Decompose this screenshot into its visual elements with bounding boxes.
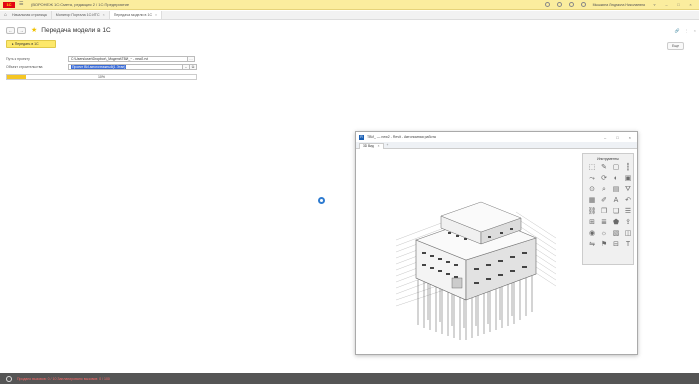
favorite-star-icon[interactable]: ★ bbox=[31, 27, 37, 34]
camera-icon[interactable]: ◉ bbox=[587, 229, 597, 239]
isolate-icon[interactable]: ▣ bbox=[623, 174, 633, 184]
close-tab-icon[interactable]: × bbox=[103, 13, 105, 17]
measure-icon[interactable]: ✎ bbox=[599, 163, 609, 173]
search-icon[interactable] bbox=[580, 2, 586, 7]
revit-window[interactable]: R ТВИ_ — new2 - Revit - Автономная работ… bbox=[355, 131, 638, 355]
tab-label: Начальная страница bbox=[12, 13, 47, 17]
transfer-to-1c-button[interactable]: ▸ Передать в 1С bbox=[6, 40, 56, 48]
orbit-icon[interactable]: ⊙ bbox=[587, 185, 597, 195]
construction-object-label: Объект строительства bbox=[6, 65, 43, 69]
pen-icon[interactable]: ✐ bbox=[599, 196, 609, 206]
maximize-icon[interactable]: □ bbox=[676, 2, 681, 7]
text-icon[interactable]: A bbox=[611, 196, 621, 206]
loading-spinner-icon bbox=[318, 197, 325, 204]
favorites-icon[interactable] bbox=[568, 2, 574, 7]
notifications-icon[interactable] bbox=[544, 2, 550, 7]
tab-model-transfer[interactable]: Передача модели в 1С × bbox=[109, 11, 163, 19]
main-menu-icon[interactable]: ☰ bbox=[19, 2, 25, 7]
minimize-icon[interactable]: – bbox=[664, 2, 669, 7]
copy-icon[interactable]: ❐ bbox=[599, 207, 609, 217]
forward-button[interactable]: → bbox=[17, 26, 26, 34]
tools-title: Инструменты bbox=[597, 157, 619, 161]
more-button[interactable]: Еще bbox=[667, 42, 685, 50]
mirror-icon[interactable]: ⇋ bbox=[587, 240, 597, 250]
select-icon[interactable]: ⬚ bbox=[587, 163, 597, 173]
home-icon: ⌂ bbox=[4, 11, 8, 18]
title-bar: 1С ☰ (ВОРОНЕЖ 1С:Смета, редакция 2 / 1С:… bbox=[0, 0, 699, 10]
window-icon[interactable]: ⊞ bbox=[587, 218, 597, 228]
tools-panel: Инструменты ⬚ ✎ ▢ ┇ ⤳ ⟳ ◐ ▣ ⊙ ⌕ ▤ ⛛ ▦ ✐ A ↶ ⛓ ❐ ❏ ☰ ⊞ ≣ ⬟ ⇪ ◉ ☼ ▧ ◫… bbox=[582, 153, 634, 265]
form-header: ← → ★ Передача модели в 1С 🔗 ⋮ × bbox=[6, 24, 696, 36]
move-icon[interactable]: ⤳ bbox=[587, 174, 597, 184]
back-button[interactable]: ← bbox=[6, 26, 15, 34]
box-icon[interactable]: ▢ bbox=[611, 163, 621, 173]
close-tab-icon[interactable]: × bbox=[155, 13, 157, 17]
construction-object-value: Проект ВИ-многоэтажный(1 Этап) bbox=[71, 65, 127, 69]
close-icon[interactable]: × bbox=[688, 2, 693, 7]
status-text: Продано вызовов: 0 / 10 Запланировано вы… bbox=[17, 376, 110, 381]
close-form-icon[interactable]: × bbox=[694, 28, 696, 33]
tab-portal-monitor[interactable]: Монитор Портала 1С:ИТС × bbox=[52, 11, 110, 19]
construction-object-row: Объект строительства Проект ВИ-многоэтаж… bbox=[6, 64, 197, 70]
view-tab-label: 3D Вид bbox=[363, 143, 374, 148]
rotate-icon[interactable]: ⟳ bbox=[599, 174, 609, 184]
status-icon[interactable] bbox=[6, 375, 12, 382]
light-icon[interactable]: ☼ bbox=[599, 229, 609, 239]
open-icon[interactable]: ⧉ bbox=[190, 64, 197, 70]
hide-icon[interactable]: ◐ bbox=[611, 174, 621, 184]
project-path-label: Путь к проекту bbox=[6, 57, 30, 61]
revit-title: ТВИ_ — new2 - Revit - Автономная работа bbox=[367, 135, 436, 139]
chart-icon[interactable]: ◫ bbox=[623, 229, 633, 239]
grid-icon[interactable]: ▦ bbox=[587, 196, 597, 206]
browse-button[interactable]: … bbox=[188, 56, 195, 62]
export-icon[interactable]: ⇪ bbox=[623, 218, 633, 228]
tag-icon[interactable]: ⬟ bbox=[611, 218, 621, 228]
page-title: Передача модели в 1С bbox=[41, 26, 111, 34]
pin-icon[interactable]: ┇ bbox=[623, 163, 633, 173]
text-tool-icon[interactable]: T bbox=[623, 240, 633, 250]
app-title: (ВОРОНЕЖ 1С:Смета, редакция 2 / 1С:Предп… bbox=[31, 2, 130, 7]
dropdown-icon[interactable]: ⌄ bbox=[183, 64, 190, 70]
transfer-button-label: Передать в 1С bbox=[14, 42, 39, 46]
view-tab-3d[interactable]: 3D Вид × bbox=[359, 142, 384, 149]
tab-label: Монитор Портала 1С:ИТС bbox=[55, 13, 100, 17]
play-icon: ▸ bbox=[12, 42, 14, 46]
material-icon[interactable]: ▧ bbox=[611, 229, 621, 239]
link-icon[interactable]: ⛓ bbox=[587, 207, 597, 217]
flag-icon[interactable]: ⚑ bbox=[599, 240, 609, 250]
tools-grid: ⬚ ✎ ▢ ┇ ⤳ ⟳ ◐ ▣ ⊙ ⌕ ▤ ⛛ ▦ ✐ A ↶ ⛓ ❐ ❏ ☰ ⊞ ≣ ⬟ ⇪ ◉ ☼ ▧ ◫ ⇋ ⚑ ⊟ T bbox=[583, 163, 633, 250]
project-path-row: Путь к проекту C:\Users\user\Dropbox\_Мо… bbox=[6, 56, 195, 62]
revit-view-tabs: 3D Вид × + bbox=[356, 142, 637, 149]
undo-icon[interactable]: ↶ bbox=[623, 196, 633, 206]
construction-object-field[interactable]: Проект ВИ-многоэтажный(1 Этап) bbox=[68, 64, 183, 70]
paste-icon[interactable]: ❏ bbox=[611, 207, 621, 217]
tab-home[interactable]: ⌂ Начальная страница bbox=[0, 11, 52, 19]
history-icon[interactable] bbox=[556, 2, 562, 7]
tab-label: Передача модели в 1С bbox=[113, 13, 153, 17]
filter-icon[interactable]: ⛛ bbox=[623, 185, 633, 195]
align-icon[interactable]: ⊟ bbox=[611, 240, 621, 250]
kebab-menu-icon[interactable]: ⋮ bbox=[685, 28, 689, 33]
section-icon[interactable]: ▤ bbox=[611, 185, 621, 195]
revit-titlebar[interactable]: R ТВИ_ — new2 - Revit - Автономная работ… bbox=[356, 132, 637, 142]
status-bar: Продано вызовов: 0 / 10 Запланировано вы… bbox=[0, 373, 699, 384]
layer-icon[interactable]: ≣ bbox=[599, 218, 609, 228]
zoom-icon[interactable]: ⌕ bbox=[599, 185, 609, 195]
maximize-icon[interactable]: □ bbox=[616, 135, 618, 140]
progress-bar: 10% bbox=[6, 74, 197, 80]
project-path-field[interactable]: C:\Users\user\Dropbox\_Модели\ТВИ_~ - ne… bbox=[68, 56, 188, 62]
add-view-icon[interactable]: + bbox=[387, 143, 389, 147]
tabs-bar: ⌂ Начальная страница Монитор Портала 1С:… bbox=[0, 11, 699, 20]
close-view-icon[interactable]: × bbox=[378, 144, 380, 148]
filter-icon[interactable]: ▿ bbox=[652, 2, 657, 7]
progress-text: 10% bbox=[97, 75, 105, 79]
user-name[interactable]: Мышкина Людмила Николаевна bbox=[593, 3, 645, 7]
property-icon[interactable]: ☰ bbox=[623, 207, 633, 217]
close-icon[interactable]: × bbox=[629, 135, 631, 140]
minimize-icon[interactable]: – bbox=[604, 135, 606, 140]
revit-logo-icon: R bbox=[359, 134, 364, 140]
link-icon[interactable]: 🔗 bbox=[675, 28, 680, 33]
app-logo: 1С bbox=[3, 1, 15, 8]
